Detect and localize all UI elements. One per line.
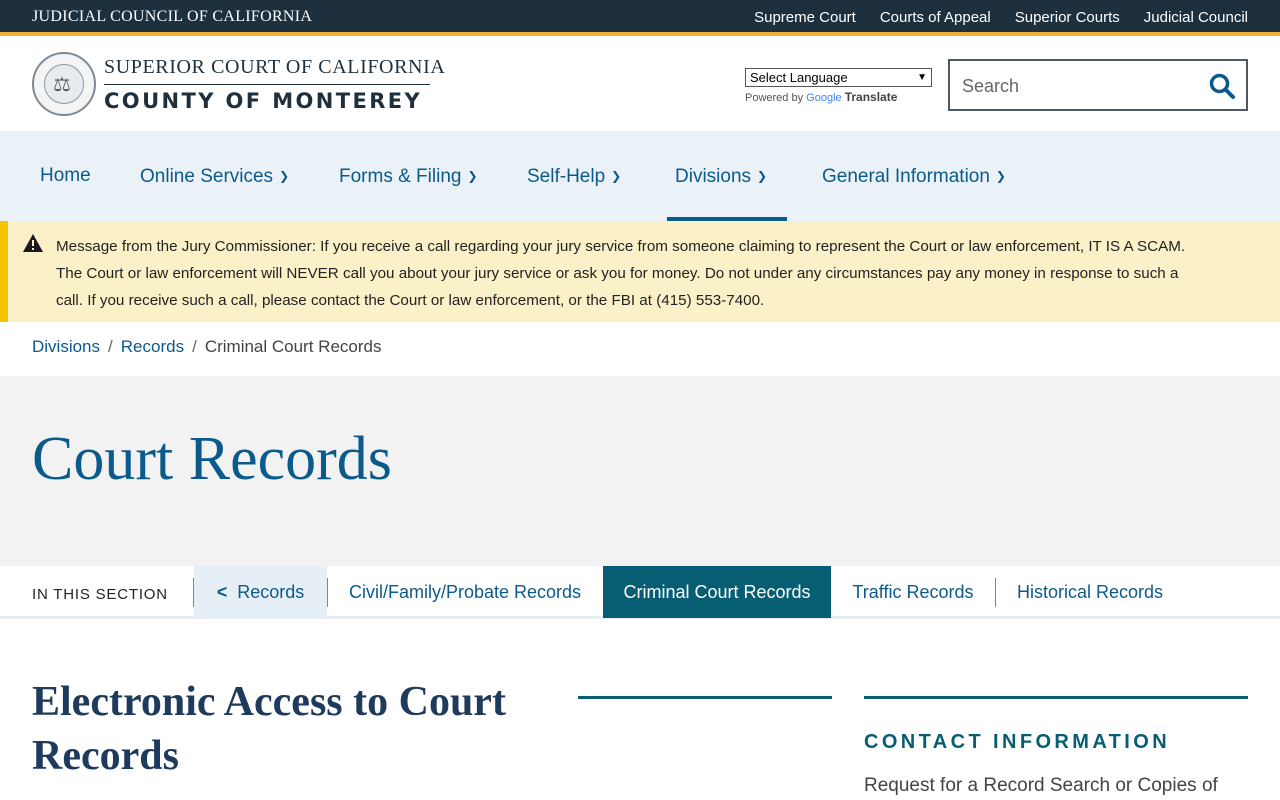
main-navigation: Home Online Services ❯ Forms & Filing ❯ Se… <box>0 131 1280 221</box>
language-select[interactable]: Select Language ▼ <box>745 68 932 87</box>
page-hero: Court Records <box>0 376 1280 566</box>
section-nav-label: IN THIS SECTION <box>32 586 168 603</box>
nav-label: Self-Help <box>527 166 606 187</box>
top-bar: JUDICIAL COUNCIL OF CALIFORNIA Supreme C… <box>0 0 1280 36</box>
court-seal-logo[interactable]: ⚖ <box>32 52 96 116</box>
nav-item-general-information[interactable]: General Information ❯ <box>822 131 1006 221</box>
translate-link[interactable]: Translate <box>845 90 898 104</box>
search-icon[interactable] <box>1208 72 1236 100</box>
section-back-records[interactable]: < Records <box>194 566 327 618</box>
page-title: Court Records <box>32 425 392 493</box>
contact-information-heading: CONTACT INFORMATION <box>864 731 1171 753</box>
nav-item-divisions[interactable]: Divisions ❯ <box>666 131 788 221</box>
breadcrumb-separator: / <box>192 337 197 356</box>
breadcrumb-divisions[interactable]: Divisions <box>32 337 100 356</box>
alert-lead: Message from the Jury Commissioner: <box>56 238 316 255</box>
top-link-superior-courts[interactable]: Superior Courts <box>1015 9 1120 26</box>
search-input[interactable] <box>962 73 1192 99</box>
section-item-traffic-records[interactable]: Traffic Records <box>832 566 994 618</box>
language-select-value: Select Language <box>750 70 848 85</box>
warning-icon <box>23 234 43 252</box>
google-logo-text: Google <box>806 92 842 104</box>
breadcrumb: Divisions / Records / Criminal Court Records <box>32 337 381 357</box>
section-item-civil-family-probate[interactable]: Civil/Family/Probate Records <box>328 566 602 618</box>
court-name-line2[interactable]: COUNTY OF MONTEREY <box>104 89 422 113</box>
judicial-council-brand[interactable]: JUDICIAL COUNCIL OF CALIFORNIA <box>32 8 312 26</box>
chevron-down-icon: ❯ <box>467 169 478 183</box>
nav-label: Divisions <box>675 166 752 187</box>
nav-label: Forms & Filing <box>339 166 462 187</box>
chevron-down-icon: ❯ <box>611 169 622 183</box>
seal-emblem-icon: ⚖ <box>53 72 71 96</box>
contact-information-text: Request for a Record Search or Copies of <box>864 775 1218 796</box>
top-links: Supreme Court Courts of Appeal Superior … <box>754 9 1248 26</box>
top-link-supreme-court[interactable]: Supreme Court <box>754 9 856 26</box>
chevron-down-icon: ▼ <box>917 72 927 83</box>
nav-label: Home <box>40 165 91 186</box>
nav-item-online-services[interactable]: Online Services ❯ <box>140 131 289 221</box>
top-link-judicial-council[interactable]: Judicial Council <box>1144 9 1248 26</box>
breadcrumb-separator: / <box>108 337 113 356</box>
search-box <box>948 59 1248 111</box>
jury-scam-alert: Message from the Jury Commissioner: If y… <box>0 221 1280 322</box>
content-heading: Electronic Access to Court Records <box>32 679 506 779</box>
site-header: ⚖ SUPERIOR COURT OF CALIFORNIA COUNTY OF… <box>0 40 1280 131</box>
nav-label: Online Services <box>140 166 274 187</box>
chevron-left-icon: < <box>216 582 228 602</box>
section-item-historical-records[interactable]: Historical Records <box>996 566 1184 618</box>
chevron-down-icon: ❯ <box>995 169 1006 183</box>
nav-item-self-help[interactable]: Self-Help ❯ <box>527 131 621 221</box>
chevron-down-icon: ❯ <box>757 169 768 183</box>
court-name-divider <box>104 84 430 85</box>
court-name-line1[interactable]: SUPERIOR COURT OF CALIFORNIA <box>104 56 445 79</box>
powered-by-text: Powered by <box>745 92 804 104</box>
nav-item-forms-filing[interactable]: Forms & Filing ❯ <box>339 131 478 221</box>
sidebar-rule <box>864 696 1248 699</box>
section-navigation: IN THIS SECTION < Records Civil/Family/Pr… <box>0 566 1280 619</box>
nav-label: General Information <box>822 166 990 187</box>
top-link-courts-of-appeal[interactable]: Courts of Appeal <box>880 9 991 26</box>
nav-item-home[interactable]: Home <box>40 131 91 221</box>
section-item-criminal-court-records[interactable]: Criminal Court Records <box>603 566 831 618</box>
chevron-down-icon: ❯ <box>279 169 290 183</box>
section-back-label: Records <box>237 582 305 602</box>
alert-message: Message from the Jury Commissioner: If y… <box>56 233 1186 314</box>
breadcrumb-current: Criminal Court Records <box>204 337 382 356</box>
breadcrumb-records[interactable]: Records <box>121 337 184 356</box>
heading-rule <box>578 696 832 699</box>
powered-by-google-translate: Powered by Google Translate <box>745 90 897 104</box>
